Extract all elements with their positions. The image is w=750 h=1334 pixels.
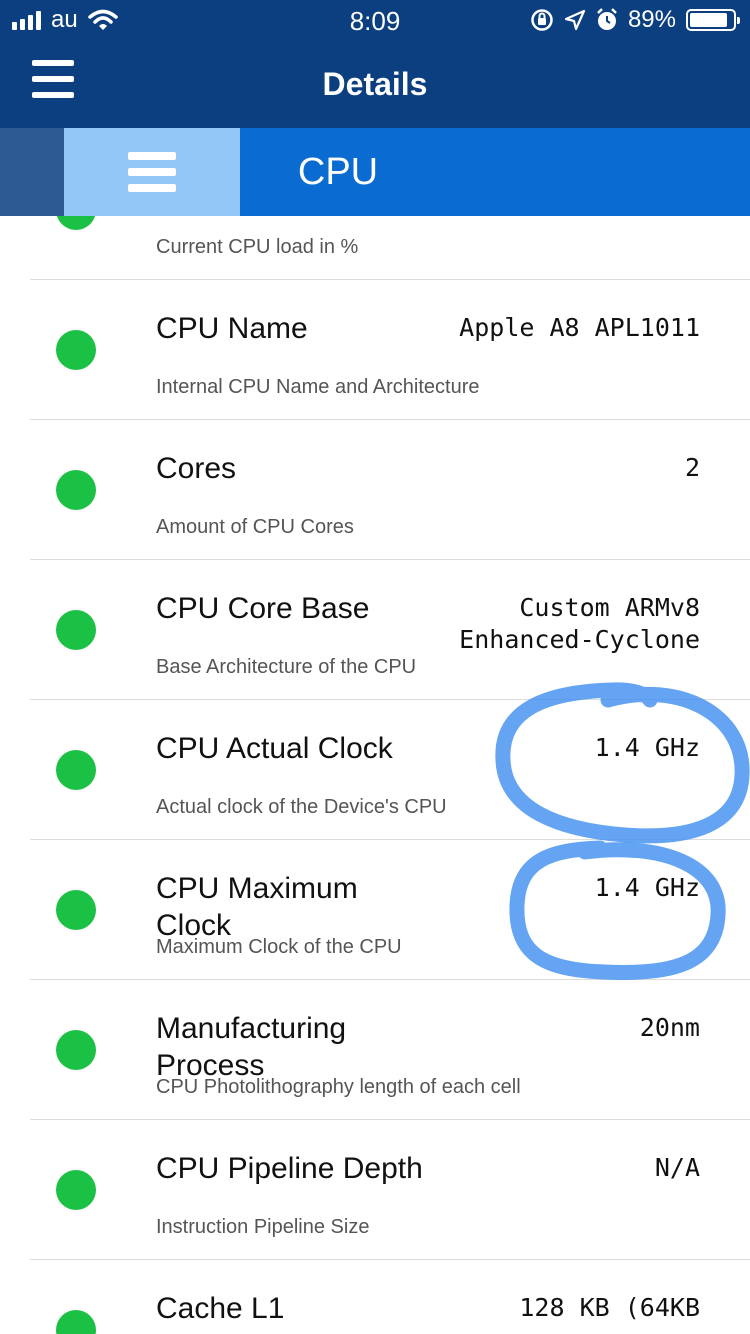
details-list[interactable]: CPU Usage19.5000%Current CPU load in %CP… <box>0 216 750 1334</box>
status-dot <box>56 1170 96 1210</box>
alarm-icon <box>597 8 617 30</box>
battery-level <box>690 13 728 27</box>
item-value: 2 <box>684 453 700 482</box>
status-dot <box>56 1030 96 1070</box>
item-description: Current CPU load in % <box>156 236 359 258</box>
item-description: Internal CPU Name and Architecture <box>156 376 480 398</box>
battery-icon <box>686 9 740 31</box>
item-value: 20nm <box>639 1013 700 1042</box>
item-value: 1.4 GHz <box>594 873 700 902</box>
list-item[interactable]: CPU Usage19.5000%Current CPU load in % <box>0 216 750 280</box>
navigation-bar: Details <box>0 40 750 128</box>
item-title: CPU Name <box>156 312 308 345</box>
status-dot <box>56 750 96 790</box>
item-title: Cores <box>156 452 237 485</box>
item-value: N/A <box>654 1153 700 1182</box>
item-value: 128 KB (64KB <box>519 1293 700 1322</box>
server-list-icon[interactable] <box>64 128 240 216</box>
item-title: CPU Actual Clock <box>156 732 393 765</box>
item-description: CPU Photolithography length of each cell <box>156 1076 521 1098</box>
item-title: CPU Core Base <box>156 592 370 625</box>
item-value: 1.4 GHz <box>594 733 700 762</box>
status-dot <box>56 330 96 370</box>
tab-cpu[interactable]: CPU <box>240 128 436 216</box>
item-value: Apple A8 APL1011 <box>459 313 700 342</box>
item-title: Manufacturing Process <box>156 1012 347 1082</box>
item-title: CPU Pipeline Depth <box>156 1152 423 1185</box>
tab-previous[interactable] <box>0 128 64 216</box>
list-item[interactable]: CPU Core Base Custom ARMv8 Enhanced-Cyclo… <box>0 560 750 700</box>
item-description: Base Architecture of the CPU <box>156 656 417 678</box>
details-list-inner: CPU Usage19.5000%Current CPU load in %CP… <box>0 216 750 1334</box>
page-title: Details <box>322 66 428 102</box>
item-description: Maximum Clock of the CPU <box>156 936 402 958</box>
list-item[interactable]: CPU Maximum Clock 1.4 GHz Maximum Clock of… <box>0 840 750 980</box>
battery-percent: 89% <box>627 6 676 33</box>
item-description: Amount of CPU Cores <box>156 516 354 538</box>
list-item[interactable]: Cores 2 Amount of CPU Cores <box>0 420 750 560</box>
status-dot <box>56 610 96 650</box>
list-item[interactable]: Manufacturing Process 20nm CPU Photolithog… <box>0 980 750 1120</box>
status-dot <box>56 890 96 930</box>
list-item[interactable]: CPU Pipeline Depth N/A Instruction Pipelin… <box>0 1120 750 1260</box>
rotation-lock-icon <box>531 9 553 31</box>
list-item[interactable]: CPU Name Apple A8 APL1011 Internal CPU Nam… <box>0 280 750 420</box>
status-right: 89% <box>530 6 740 34</box>
item-title: CPU Maximum Clock <box>156 872 358 942</box>
location-arrow-icon <box>564 9 586 31</box>
item-value: Custom ARMv8 Enhanced-Cyclone <box>459 593 700 654</box>
status-dot <box>56 1310 96 1334</box>
item-title: Cache L1 <box>156 1292 285 1325</box>
list-item[interactable]: Cache L1 128 KB (64KB <box>0 1260 750 1334</box>
item-description: Instruction Pipeline Size <box>156 1216 370 1238</box>
list-item[interactable]: CPU Actual Clock 1.4 GHz Actual clock of t… <box>0 700 750 840</box>
item-description: Actual clock of the Device's CPU <box>156 796 447 818</box>
status-dot <box>56 470 96 510</box>
tab-bar: CPU <box>0 128 750 216</box>
status-bar: au 8:09 89% <box>0 0 750 40</box>
status-dot <box>56 216 96 230</box>
